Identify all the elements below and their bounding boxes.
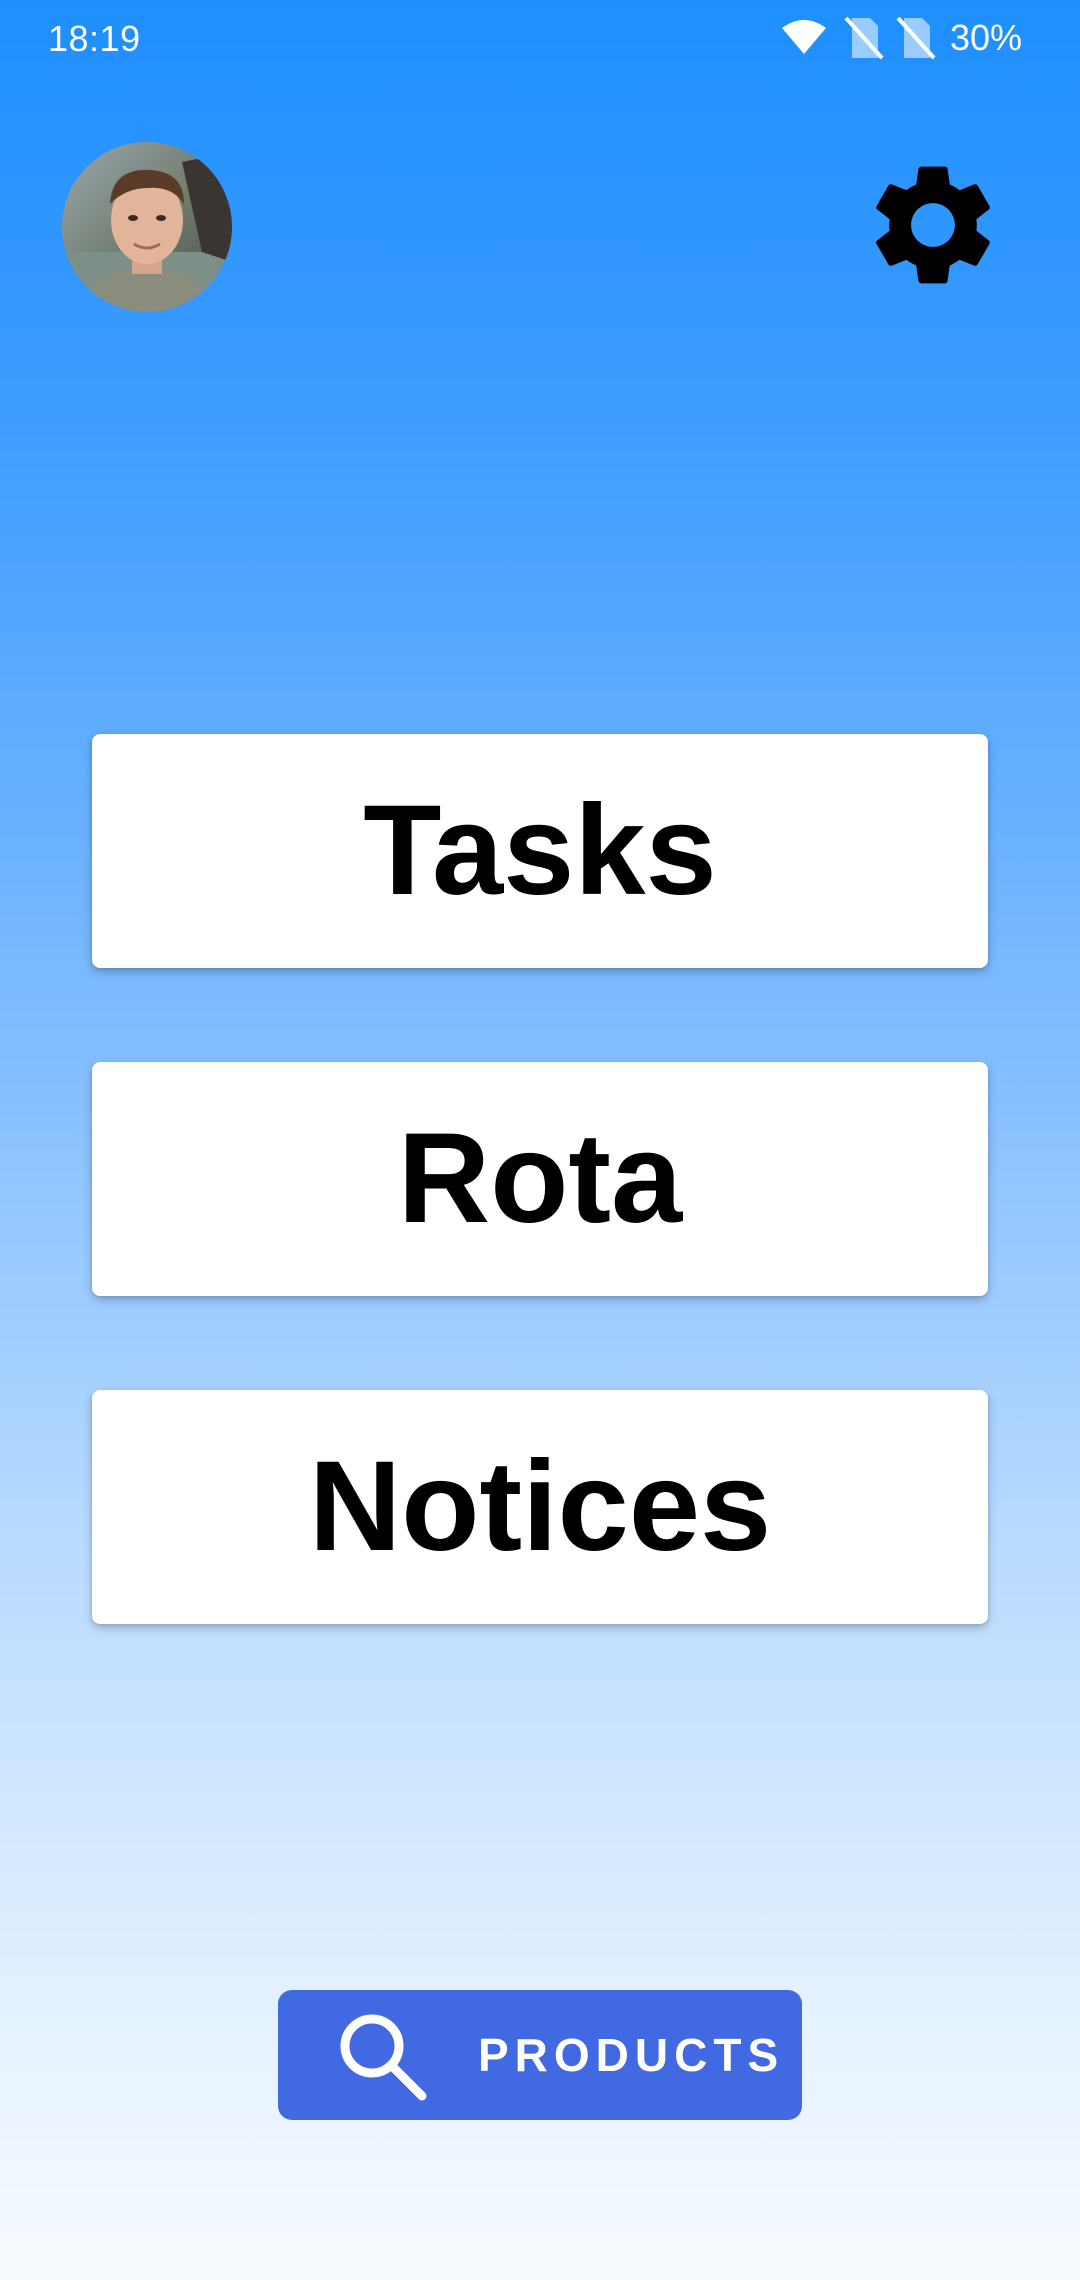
avatar[interactable] — [62, 142, 232, 312]
gear-icon — [876, 166, 990, 284]
products-button[interactable]: PRODUCTS — [278, 1990, 802, 2120]
no-sim-icon — [844, 16, 884, 60]
rota-button-label: Rota — [397, 1107, 683, 1250]
products-button-label: PRODUCTS — [478, 2029, 785, 2081]
wifi-icon — [781, 20, 826, 54]
notices-button-label: Notices — [308, 1435, 772, 1578]
status-bar: 18:19 30% — [0, 0, 1080, 80]
rota-button[interactable]: Rota — [92, 1062, 988, 1296]
tasks-button[interactable]: Tasks — [92, 734, 988, 968]
search-icon — [340, 2014, 427, 2101]
status-icons: 30% — [780, 16, 1022, 60]
no-sim-icon — [896, 16, 936, 60]
tasks-button-label: Tasks — [363, 779, 717, 922]
notices-button[interactable]: Notices — [92, 1390, 988, 1624]
settings-button[interactable] — [860, 150, 1006, 300]
battery-level: 30% — [949, 17, 1022, 58]
status-time: 18:19 — [48, 18, 141, 59]
